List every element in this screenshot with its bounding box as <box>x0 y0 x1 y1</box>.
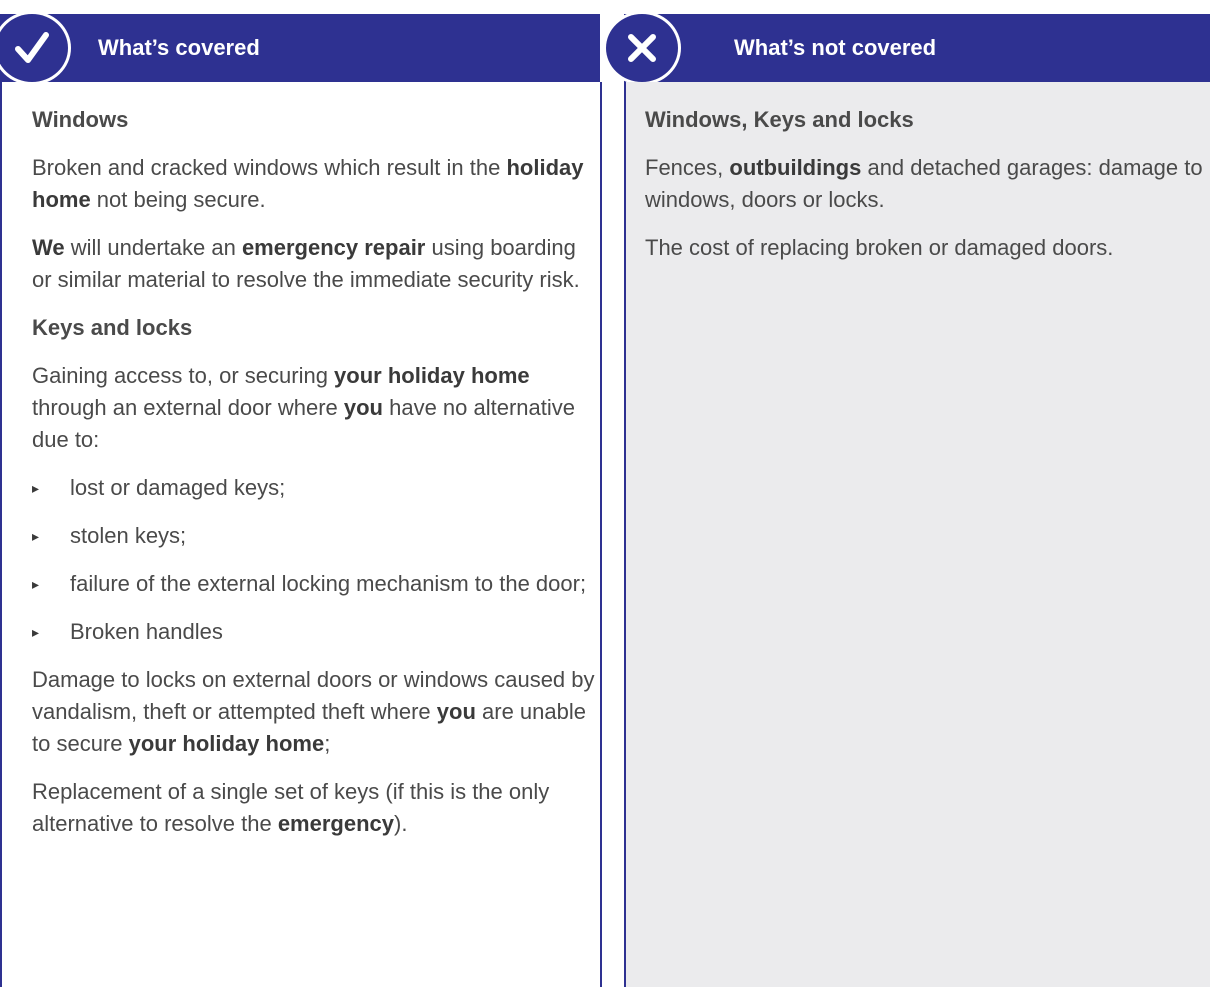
damage-paragraph: Damage to locks on external doors or win… <box>32 667 595 756</box>
replacement-paragraph: Replacement of a single set of keys (if … <box>32 779 550 836</box>
list-item: ▸ failure of the external locking mechani… <box>32 568 600 600</box>
covered-header: What’s covered <box>0 14 600 82</box>
list-item: ▸ stolen keys; <box>32 520 600 552</box>
not-covered-header-title: What’s not covered <box>734 35 937 60</box>
not-covered-header: What’s not covered <box>624 14 1210 82</box>
windows-heading: Windows <box>32 107 129 132</box>
not-covered-column: Windows, Keys and locks Fences, outbuild… <box>624 82 1210 987</box>
keys-heading: Keys and locks <box>32 315 193 340</box>
bullet-arrow-icon: ▸ <box>32 624 40 640</box>
not-covered-heading: Windows, Keys and locks <box>645 107 914 132</box>
cross-icon <box>606 14 678 82</box>
windows-paragraph-1: Broken and cracked windows which result … <box>32 155 584 212</box>
not-covered-paragraph-1: Fences, outbuildings and detached garage… <box>645 155 1203 212</box>
keys-bullet-list: ▸ lost or damaged keys; ▸ stolen keys; ▸ fa… <box>32 472 600 648</box>
bullet-arrow-icon: ▸ <box>32 576 40 592</box>
covered-header-title: What’s covered <box>98 35 260 60</box>
keys-paragraph: Gaining access to, or securing your holi… <box>32 363 576 452</box>
bullet-arrow-icon: ▸ <box>32 528 40 544</box>
list-item: ▸ Broken handles <box>32 616 600 648</box>
bullet-arrow-icon: ▸ <box>32 480 40 496</box>
windows-paragraph-2: We will undertake an emergency repair us… <box>32 235 580 292</box>
not-covered-paragraph-2: The cost of replacing broken or damaged … <box>645 235 1114 260</box>
list-item: ▸ lost or damaged keys; <box>32 472 600 504</box>
covered-column: Windows Broken and cracked windows which… <box>0 82 602 987</box>
